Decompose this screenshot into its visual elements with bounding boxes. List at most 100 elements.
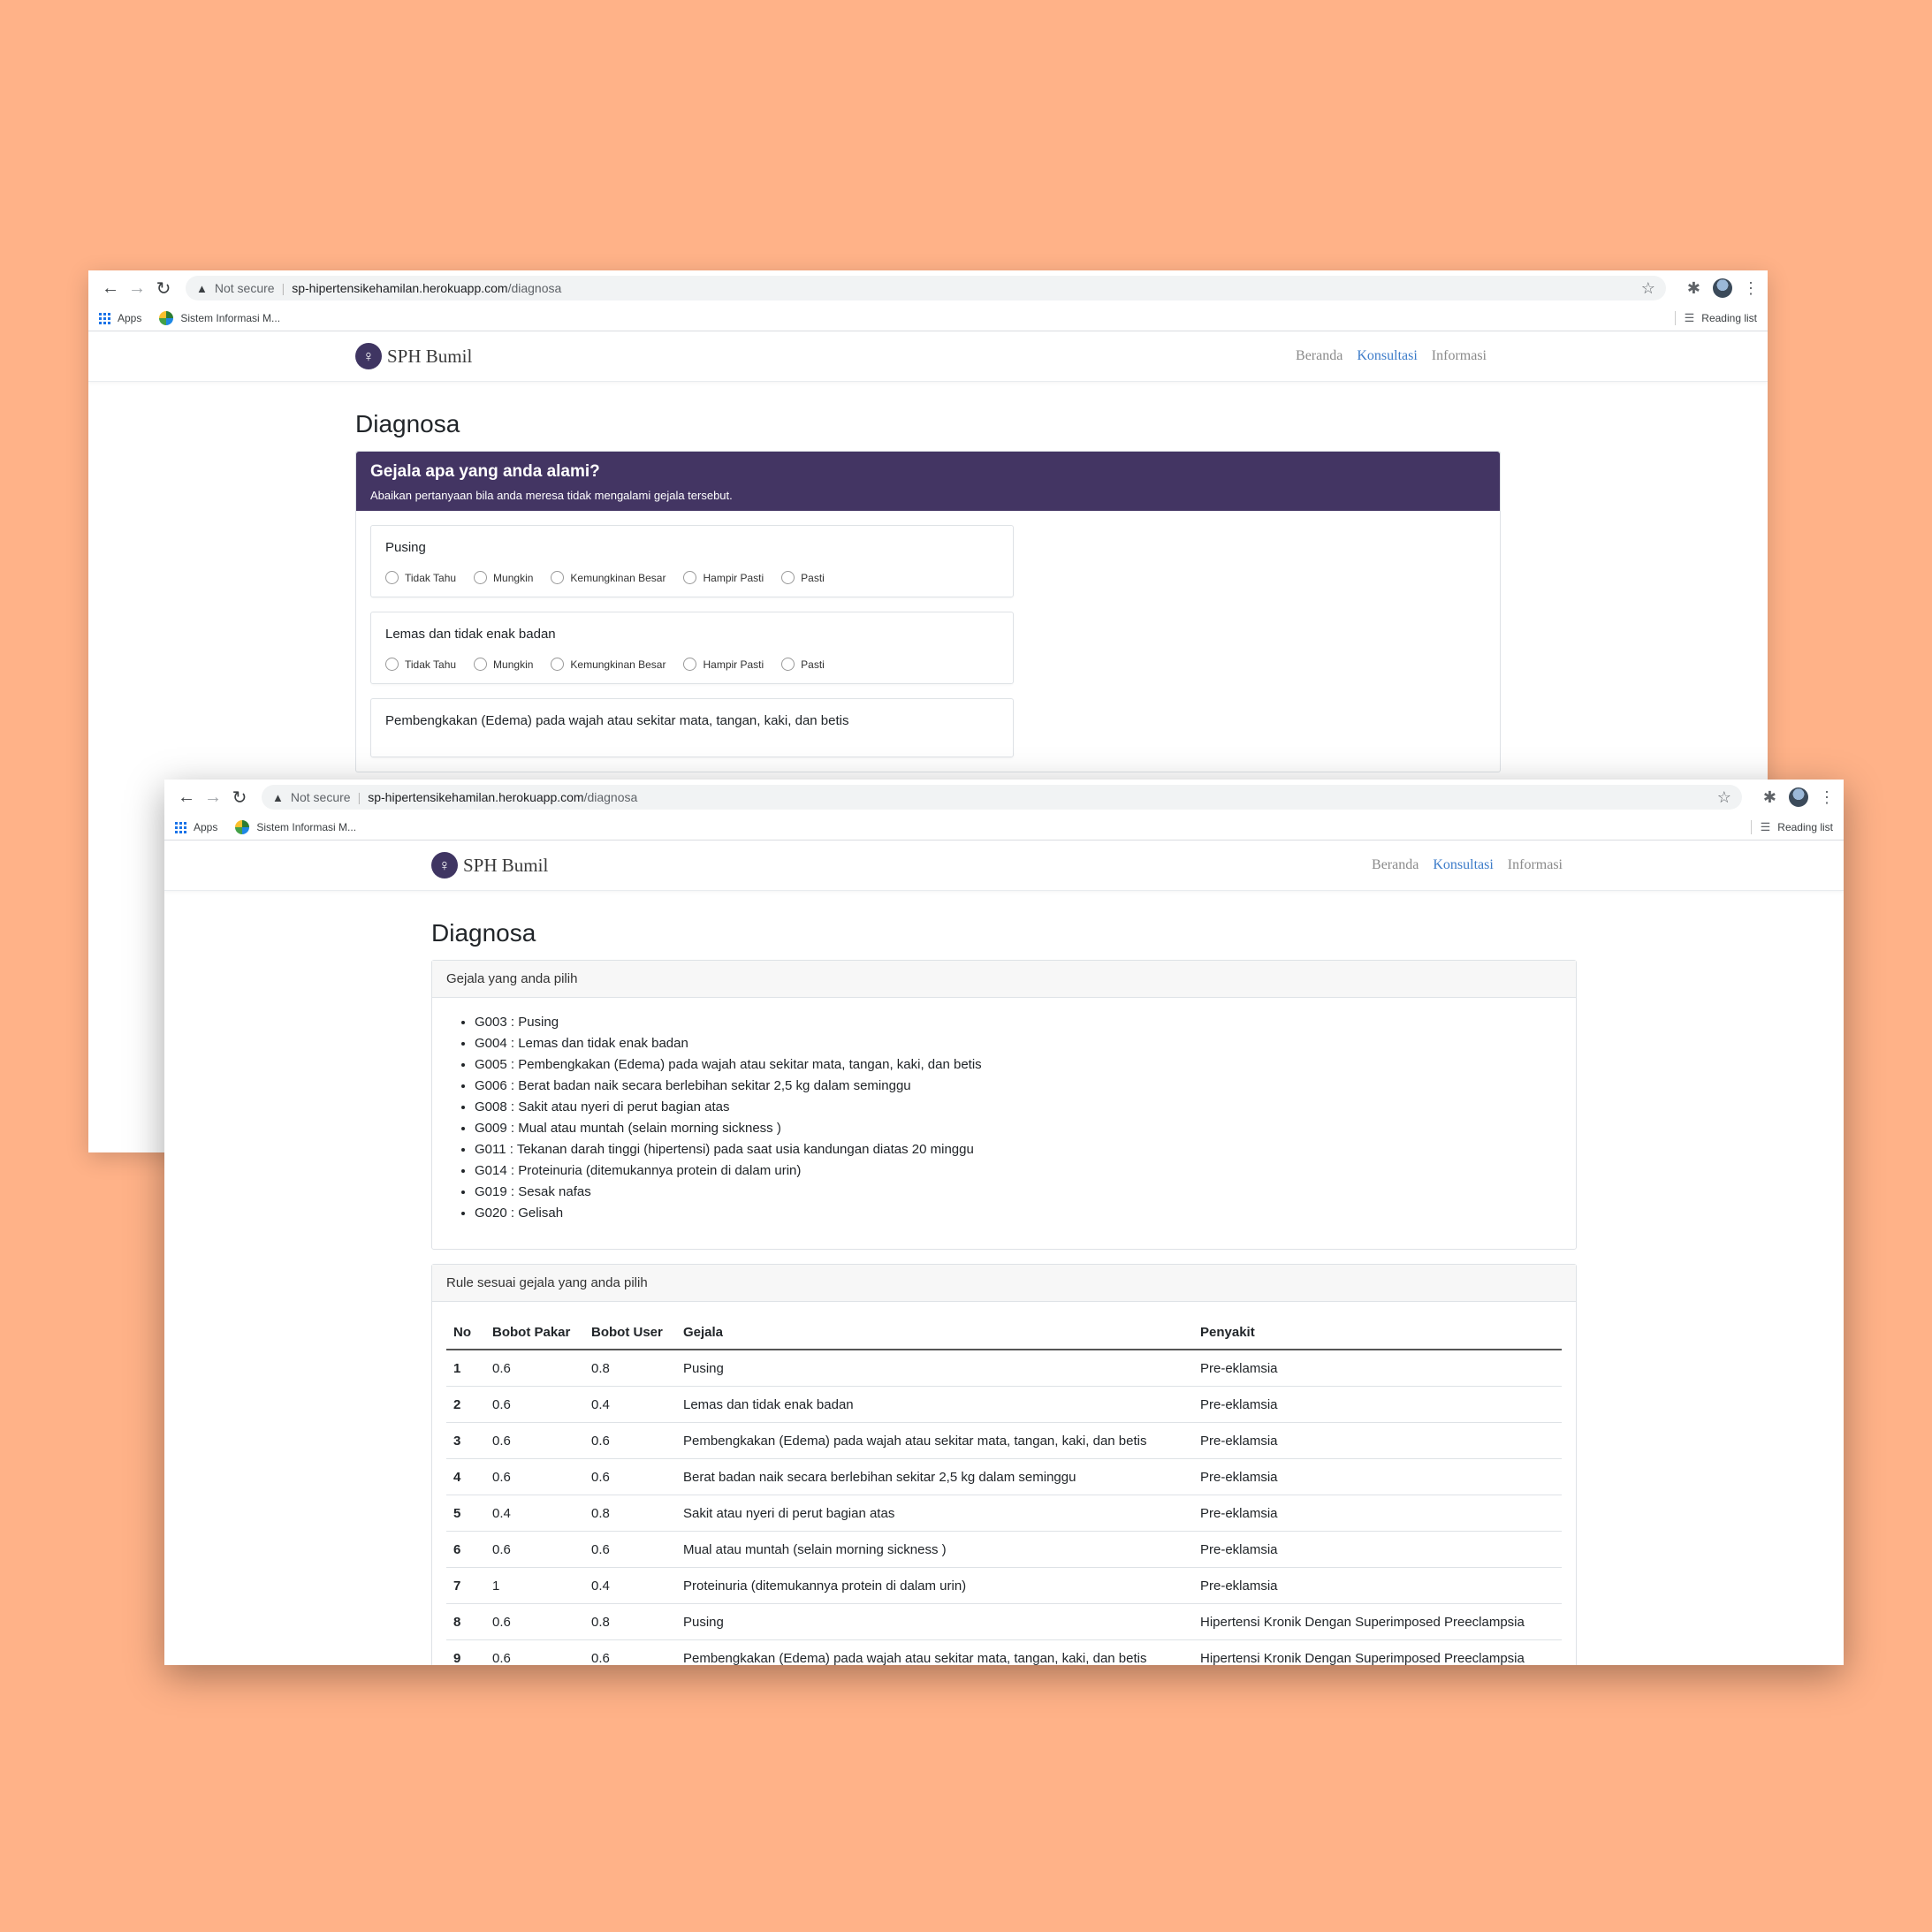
address-bar[interactable]: ▲ Not secure | sp-hipertensikehamilan.he…: [262, 785, 1742, 810]
menu-kebab-icon[interactable]: ⋮: [1743, 279, 1759, 298]
bookmark-sistem-informasi[interactable]: Sistem Informasi M...: [235, 820, 356, 834]
option-hampir-pasti[interactable]: Hampir Pasti: [683, 571, 764, 584]
url-path: /diagnosa: [507, 281, 562, 295]
menu-konsultasi[interactable]: Konsultasi: [1357, 348, 1417, 364]
radio-button[interactable]: [474, 571, 488, 584]
menu-konsultasi[interactable]: Konsultasi: [1433, 857, 1493, 873]
reload-icon[interactable]: ↻: [226, 787, 253, 809]
option-kemungkinan-besar[interactable]: Kemungkinan Besar: [551, 658, 666, 671]
option-mungkin[interactable]: Mungkin: [474, 571, 533, 584]
option-label: Kemungkinan Besar: [570, 571, 666, 584]
extensions-icon[interactable]: ✱: [1687, 279, 1700, 298]
reading-list-button[interactable]: ☰ Reading list: [1750, 820, 1833, 834]
pregnant-woman-logo-icon[interactable]: ♀: [355, 343, 382, 369]
brand-name[interactable]: SPH Bumil: [387, 346, 472, 368]
col-bobot-pakar: Bobot Pakar: [485, 1316, 584, 1350]
option-pasti[interactable]: Pasti: [781, 571, 825, 584]
cell-bobot-pakar: 0.6: [485, 1639, 584, 1665]
radio-button[interactable]: [551, 571, 565, 584]
radio-button[interactable]: [683, 571, 697, 584]
forward-icon[interactable]: →: [200, 787, 226, 808]
cell-penyakit: Hipertensi Kronik Dengan Superimposed Pr…: [1193, 1639, 1562, 1665]
browser-toolbar: ← → ↻ ▲ Not secure | sp-hipertensikehami…: [164, 780, 1844, 815]
reading-list-button[interactable]: ☰ Reading list: [1674, 311, 1757, 325]
extensions-icon[interactable]: ✱: [1763, 788, 1776, 807]
menu-informasi[interactable]: Informasi: [1432, 348, 1487, 364]
option-hampir-pasti[interactable]: Hampir Pasti: [683, 658, 764, 671]
list-item: G005 : Pembengkakan (Edema) pada wajah a…: [475, 1054, 1562, 1076]
cell-bobot-user: 0.6: [584, 1458, 676, 1495]
not-secure-label: Not secure: [214, 281, 275, 295]
reading-list-icon: ☰: [1760, 820, 1771, 833]
radio-button[interactable]: [781, 571, 795, 584]
url-host: sp-hipertensikehamilan.herokuapp.com: [368, 790, 584, 804]
option-label: Hampir Pasti: [703, 658, 764, 671]
bookmark-apps-label: Apps: [194, 821, 218, 833]
option-mungkin[interactable]: Mungkin: [474, 658, 533, 671]
menu-informasi[interactable]: Informasi: [1508, 857, 1563, 873]
list-item: G008 : Sakit atau nyeri di perut bagian …: [475, 1097, 1562, 1118]
bookmark-star-icon[interactable]: ☆: [1717, 788, 1731, 807]
profile-avatar[interactable]: [1789, 787, 1808, 807]
question-item: Pusing Tidak Tahu Mungkin Kemungkinan Be…: [370, 525, 1014, 597]
bookmark-apps[interactable]: Apps: [175, 821, 217, 833]
pregnant-woman-logo-icon[interactable]: ♀: [431, 852, 458, 879]
list-item: G003 : Pusing: [475, 1012, 1562, 1033]
separator: |: [281, 281, 285, 295]
radio-button[interactable]: [385, 571, 399, 584]
back-icon[interactable]: ←: [173, 787, 200, 808]
not-secure-label: Not secure: [290, 790, 351, 804]
main-menu: Beranda Konsultasi Informasi: [1296, 348, 1487, 364]
list-item: G014 : Proteinuria (ditemukannya protein…: [475, 1160, 1562, 1182]
question-card: Gejala apa yang anda alami? Abaikan pert…: [355, 451, 1501, 772]
cell-gejala: Proteinuria (ditemukannya protein di dal…: [676, 1567, 1193, 1604]
brand-name[interactable]: SPH Bumil: [463, 855, 548, 877]
site-navbar: ♀ SPH Bumil Beranda Konsultasi Informasi: [164, 840, 1844, 891]
question-header: Gejala apa yang anda alami? Abaikan pert…: [356, 452, 1500, 511]
rules-header: Rule sesuai gejala yang anda pilih: [432, 1265, 1576, 1302]
option-tidak-tahu[interactable]: Tidak Tahu: [385, 571, 456, 584]
bookmarks-bar: Apps Sistem Informasi M... ☰ Reading lis…: [88, 306, 1768, 331]
reading-list-label: Reading list: [1701, 312, 1757, 324]
url-host: sp-hipertensikehamilan.herokuapp.com: [292, 281, 508, 295]
cell-no: 9: [446, 1639, 485, 1665]
list-item: G004 : Lemas dan tidak enak badan: [475, 1033, 1562, 1054]
question-text: Lemas dan tidak enak badan: [385, 627, 556, 642]
radio-button[interactable]: [781, 658, 795, 671]
table-row: 2 0.6 0.4 Lemas dan tidak enak badan Pre-ekl…: [446, 1386, 1562, 1423]
bookmark-apps[interactable]: Apps: [99, 312, 141, 324]
cell-penyakit: Pre-eklamsia: [1193, 1458, 1562, 1495]
reload-icon[interactable]: ↻: [150, 278, 177, 300]
back-icon[interactable]: ←: [97, 278, 124, 299]
site-favicon-icon: [159, 311, 174, 325]
menu-beranda[interactable]: Beranda: [1372, 857, 1419, 873]
address-bar[interactable]: ▲ Not secure | sp-hipertensikehamilan.he…: [186, 276, 1666, 300]
profile-avatar[interactable]: [1713, 278, 1732, 298]
cell-bobot-pakar: 0.6: [485, 1531, 584, 1568]
menu-kebab-icon[interactable]: ⋮: [1819, 788, 1835, 807]
bookmarks-bar: Apps Sistem Informasi M... ☰ Reading lis…: [164, 815, 1844, 840]
forward-icon[interactable]: →: [124, 278, 150, 299]
main-content: Diagnosa Gejala yang anda pilih G003 : P…: [164, 919, 1844, 1665]
table-row: 7 1 0.4 Proteinuria (ditemukannya protein d…: [446, 1567, 1562, 1604]
radio-button[interactable]: [683, 658, 697, 671]
bookmark-sistem-informasi[interactable]: Sistem Informasi M...: [159, 311, 280, 325]
radio-button[interactable]: [385, 658, 399, 671]
option-kemungkinan-besar[interactable]: Kemungkinan Besar: [551, 571, 666, 584]
option-tidak-tahu[interactable]: Tidak Tahu: [385, 658, 456, 671]
radio-button[interactable]: [474, 658, 488, 671]
question-item: Lemas dan tidak enak badan Tidak Tahu Mu…: [370, 612, 1014, 684]
bookmark-star-icon[interactable]: ☆: [1641, 279, 1655, 298]
option-pasti[interactable]: Pasti: [781, 658, 825, 671]
cell-no: 6: [446, 1531, 485, 1568]
radio-button[interactable]: [551, 658, 565, 671]
option-label: Mungkin: [493, 658, 534, 671]
menu-beranda[interactable]: Beranda: [1296, 348, 1343, 364]
table-header-row: No Bobot Pakar Bobot User Gejala Penyaki…: [446, 1316, 1562, 1350]
cell-gejala: Mual atau muntah (selain morning sicknes…: [676, 1531, 1193, 1568]
reading-list-icon: ☰: [1684, 311, 1695, 324]
cell-bobot-user: 0.6: [584, 1422, 676, 1459]
cell-bobot-user: 0.4: [584, 1386, 676, 1423]
table-row: 4 0.6 0.6 Berat badan naik secara berlebiha…: [446, 1458, 1562, 1495]
bookmark-sis-label: Sistem Informasi M...: [180, 312, 281, 324]
